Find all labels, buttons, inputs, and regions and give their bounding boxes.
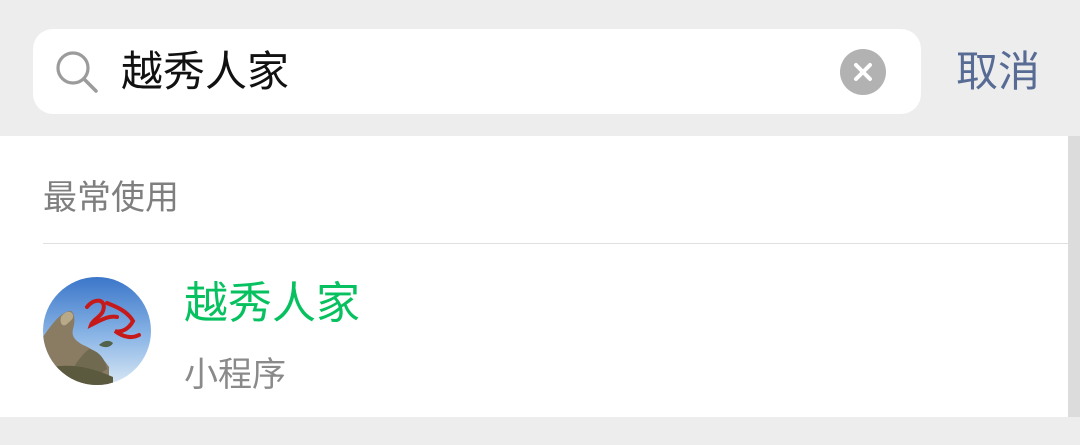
search-input[interactable]: 越秀人家 — [121, 29, 289, 114]
bottom-background — [0, 417, 1080, 445]
result-title: 越秀人家 — [184, 278, 360, 329]
scrollbar[interactable] — [1068, 136, 1080, 417]
results-panel: 最常使用 越秀人家 小程序 — [0, 136, 1080, 417]
search-field[interactable]: 越秀人家 — [33, 29, 921, 114]
clear-button[interactable] — [840, 49, 886, 95]
section-title: 最常使用 — [43, 178, 179, 218]
result-item[interactable]: 越秀人家 小程序 — [0, 244, 1080, 417]
search-bar: 越秀人家 取消 — [0, 0, 1080, 136]
result-subtitle: 小程序 — [184, 355, 286, 395]
clear-icon — [854, 63, 872, 81]
avatar — [43, 277, 151, 385]
cancel-button[interactable]: 取消 — [956, 29, 1040, 114]
search-icon — [53, 48, 101, 96]
